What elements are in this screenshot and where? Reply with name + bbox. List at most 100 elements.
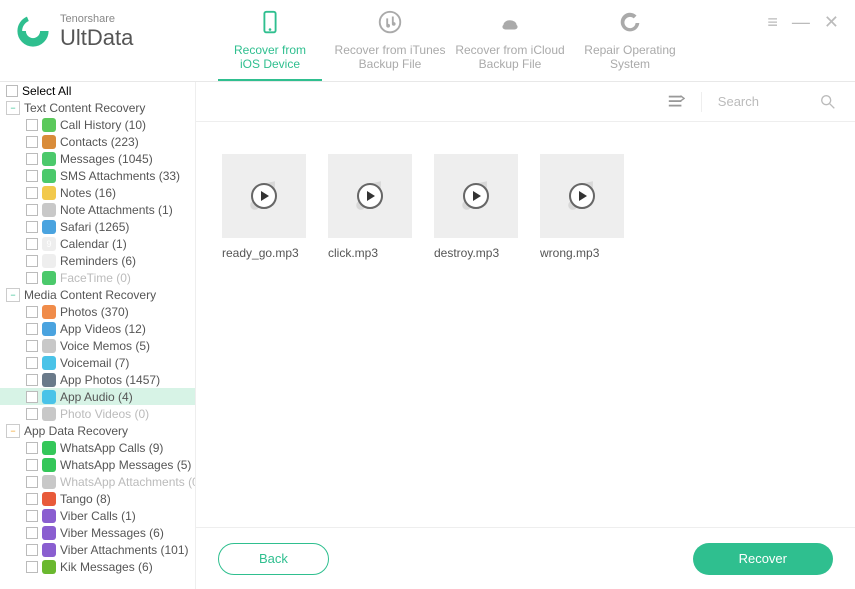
checkbox[interactable] xyxy=(26,323,38,335)
category-icon xyxy=(42,356,56,370)
file-preview[interactable] xyxy=(434,154,518,238)
file-thumb-3[interactable]: wrong.mp3 xyxy=(540,154,624,260)
checkbox[interactable] xyxy=(26,561,38,573)
brand-small: Tenorshare xyxy=(60,14,133,26)
sidebar-item-0-0[interactable]: Call History (10) xyxy=(0,116,195,133)
sidebar-item-0-8[interactable]: Reminders (6) xyxy=(0,252,195,269)
recover-button[interactable]: Recover xyxy=(693,543,833,575)
category-icon xyxy=(42,475,56,489)
checkbox[interactable] xyxy=(6,85,18,97)
category-icon: 9 xyxy=(42,237,56,251)
checkbox[interactable] xyxy=(26,221,38,233)
category-icon xyxy=(42,526,56,540)
tab-1[interactable]: Recover from iTunesBackup File xyxy=(330,1,450,81)
checkbox[interactable] xyxy=(26,459,38,471)
category-icon xyxy=(42,254,56,268)
checkbox[interactable] xyxy=(26,357,38,369)
sidebar-item-2-2[interactable]: WhatsApp Attachments (0) xyxy=(0,473,195,490)
brand-logo-icon xyxy=(16,14,50,48)
sidebar-item-0-4[interactable]: Notes (16) xyxy=(0,184,195,201)
minimize-icon[interactable]: — xyxy=(792,12,810,33)
play-icon[interactable] xyxy=(569,183,595,209)
sidebar-item-1-5[interactable]: App Audio (4) xyxy=(0,388,195,405)
file-name: destroy.mp3 xyxy=(434,246,518,260)
checkbox[interactable] xyxy=(26,493,38,505)
checkbox[interactable] xyxy=(26,374,38,386)
checkbox[interactable] xyxy=(26,187,38,199)
checkbox[interactable] xyxy=(26,204,38,216)
tab-0[interactable]: Recover fromiOS Device xyxy=(210,1,330,81)
tab-icon-0 xyxy=(256,9,284,37)
sidebar-item-2-4[interactable]: Viber Calls (1) xyxy=(0,507,195,524)
file-thumb-1[interactable]: click.mp3 xyxy=(328,154,412,260)
sidebar-item-0-9[interactable]: FaceTime (0) xyxy=(0,269,195,286)
checkbox[interactable] xyxy=(26,476,38,488)
sidebar-item-1-2[interactable]: Voice Memos (5) xyxy=(0,337,195,354)
play-icon[interactable] xyxy=(357,183,383,209)
sidebar-item-2-5[interactable]: Viber Messages (6) xyxy=(0,524,195,541)
checkbox[interactable] xyxy=(26,527,38,539)
menu-icon[interactable]: ≡ xyxy=(767,12,778,33)
sidebar-item-1-1[interactable]: App Videos (12) xyxy=(0,320,195,337)
search-input[interactable]: Search xyxy=(718,93,837,111)
tab-3[interactable]: Repair OperatingSystem xyxy=(570,1,690,81)
category-icon xyxy=(42,492,56,506)
sidebar-item-1-6[interactable]: Photo Videos (0) xyxy=(0,405,195,422)
checkbox[interactable] xyxy=(26,119,38,131)
category-icon xyxy=(42,373,56,387)
sidebar-item-2-7[interactable]: Kik Messages (6) xyxy=(0,558,195,575)
file-name: click.mp3 xyxy=(328,246,412,260)
file-name: wrong.mp3 xyxy=(540,246,624,260)
category-icon xyxy=(42,509,56,523)
sidebar-item-0-7[interactable]: 9Calendar (1) xyxy=(0,235,195,252)
close-icon[interactable]: ✕ xyxy=(824,12,839,33)
sidebar-item-1-0[interactable]: Photos (370) xyxy=(0,303,195,320)
file-name: ready_go.mp3 xyxy=(222,246,306,260)
sidebar-item-0-1[interactable]: Contacts (223) xyxy=(0,133,195,150)
section-1[interactable]: −Media Content Recovery xyxy=(0,286,195,303)
select-all[interactable]: Select All xyxy=(0,82,195,99)
checkbox[interactable] xyxy=(26,306,38,318)
sidebar-item-1-3[interactable]: Voicemail (7) xyxy=(0,354,195,371)
list-view-icon[interactable] xyxy=(667,93,685,111)
category-icon xyxy=(42,560,56,574)
checkbox[interactable] xyxy=(26,442,38,454)
search-placeholder: Search xyxy=(718,94,759,109)
checkbox[interactable] xyxy=(26,408,38,420)
section-0[interactable]: −Text Content Recovery xyxy=(0,99,195,116)
category-icon xyxy=(42,322,56,336)
checkbox[interactable] xyxy=(26,255,38,267)
back-button[interactable]: Back xyxy=(218,543,329,575)
file-thumb-2[interactable]: destroy.mp3 xyxy=(434,154,518,260)
checkbox[interactable] xyxy=(26,391,38,403)
checkbox[interactable] xyxy=(26,340,38,352)
sidebar-item-2-1[interactable]: WhatsApp Messages (5) xyxy=(0,456,195,473)
checkbox[interactable] xyxy=(26,170,38,182)
sidebar-item-2-0[interactable]: WhatsApp Calls (9) xyxy=(0,439,195,456)
sidebar-item-2-3[interactable]: Tango (8) xyxy=(0,490,195,507)
checkbox[interactable] xyxy=(26,153,38,165)
tab-2[interactable]: Recover from iCloudBackup File xyxy=(450,1,570,81)
file-preview[interactable] xyxy=(540,154,624,238)
sidebar-item-0-3[interactable]: SMS Attachments (33) xyxy=(0,167,195,184)
brand: Tenorshare UltData xyxy=(0,0,210,49)
tab-icon-2 xyxy=(496,9,524,37)
checkbox[interactable] xyxy=(26,510,38,522)
section-2[interactable]: −App Data Recovery xyxy=(0,422,195,439)
file-thumb-0[interactable]: ready_go.mp3 xyxy=(222,154,306,260)
sidebar-item-0-6[interactable]: Safari (1265) xyxy=(0,218,195,235)
sidebar-item-0-2[interactable]: Messages (1045) xyxy=(0,150,195,167)
sidebar-item-0-5[interactable]: Note Attachments (1) xyxy=(0,201,195,218)
checkbox[interactable] xyxy=(26,544,38,556)
file-preview[interactable] xyxy=(222,154,306,238)
sidebar-item-1-4[interactable]: App Photos (1457) xyxy=(0,371,195,388)
sidebar-item-2-6[interactable]: Viber Attachments (101) xyxy=(0,541,195,558)
checkbox[interactable] xyxy=(26,136,38,148)
file-preview[interactable] xyxy=(328,154,412,238)
play-icon[interactable] xyxy=(463,183,489,209)
toolbar-separator xyxy=(701,92,702,112)
category-icon xyxy=(42,135,56,149)
play-icon[interactable] xyxy=(251,183,277,209)
checkbox[interactable] xyxy=(26,272,38,284)
checkbox[interactable] xyxy=(26,238,38,250)
